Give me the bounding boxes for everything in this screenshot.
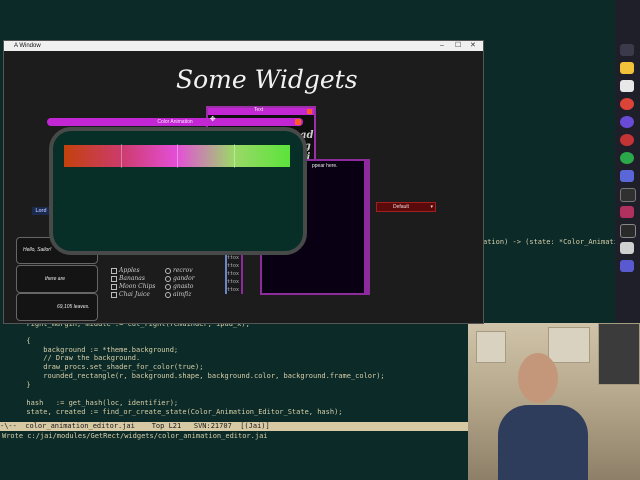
list-item[interactable]: ttox — [227, 254, 241, 262]
output-text: ppear here. — [312, 163, 338, 169]
files-icon[interactable] — [620, 62, 634, 74]
terminal-icon[interactable] — [620, 242, 634, 254]
list-item[interactable]: ttox — [227, 278, 241, 286]
window-titlebar[interactable]: A Window – ☐ ✕ — [4, 41, 483, 51]
app-icon[interactable] — [620, 224, 636, 238]
search-icon[interactable] — [620, 44, 634, 56]
app-icon[interactable] — [620, 152, 634, 164]
minibuffer: Wrote c:/jai/modules/GetRect/widgets/col… — [2, 432, 268, 440]
minimize-button[interactable]: – — [440, 41, 444, 51]
app-icon[interactable] — [620, 80, 634, 92]
window-title: A Window — [14, 43, 41, 49]
radio-aimfiz[interactable]: aimfiz — [165, 291, 191, 298]
dropdown[interactable]: Default ▾ — [376, 202, 436, 212]
close-icon[interactable] — [307, 109, 312, 114]
gradient-stop-handle[interactable] — [120, 144, 122, 168]
code-line: rounded_rectangle(r, background.shape, b… — [18, 372, 385, 380]
checkbox-label: Moon Chips — [119, 283, 156, 290]
message-text: there are — [45, 276, 66, 282]
checkbox-bananas[interactable]: Bananas — [111, 275, 145, 282]
close-button[interactable]: ✕ — [470, 41, 476, 51]
checkbox-label: Chai Juice — [119, 291, 150, 298]
maximize-button[interactable]: ☐ — [455, 41, 461, 51]
checkbox-moon-chips[interactable]: Moon Chips — [111, 283, 155, 290]
code-line: hash := get_hash(loc, identifier); — [18, 399, 179, 407]
checkbox-label: Apples — [119, 267, 140, 274]
close-icon[interactable] — [295, 119, 301, 125]
dropdown-value: Default — [393, 204, 409, 210]
scroll-list[interactable]: ttox ttox ttox ttox ttox — [225, 254, 243, 294]
radio-gnasto[interactable]: gnasto — [165, 283, 193, 290]
lord-label: Lord — [32, 207, 50, 215]
mode-line: -\-- color_animation_editor.jai Top L21 … — [0, 422, 468, 431]
app-icon[interactable] — [620, 260, 634, 272]
color-gradient[interactable] — [64, 144, 290, 168]
app-icon[interactable] — [620, 170, 634, 182]
code-line: background := *theme.background; — [18, 346, 179, 354]
webcam-overlay — [468, 323, 640, 480]
chrome-icon[interactable] — [620, 98, 634, 110]
app-icon[interactable] — [620, 116, 634, 128]
radio-gandor[interactable]: gandor — [165, 275, 195, 282]
color-animation-title: Color Animation — [157, 119, 193, 125]
app-icon[interactable] — [620, 188, 636, 202]
gradient-stop-handle[interactable] — [177, 144, 178, 168]
app-icon[interactable] — [620, 134, 634, 146]
list-item[interactable]: ttox — [227, 262, 241, 270]
list-item[interactable]: ttox — [227, 270, 241, 278]
move-cursor-icon: ✥ — [210, 114, 216, 124]
radio-label: gandor — [173, 275, 195, 282]
radio-label: recrov — [173, 267, 193, 274]
code-line: state, created := find_or_create_state(C… — [18, 408, 343, 416]
app-icon[interactable] — [620, 206, 634, 218]
text-panel-title: Text — [254, 107, 264, 113]
color-animation-editor[interactable] — [49, 127, 307, 255]
page-title: Some Widgets — [176, 65, 358, 94]
gradient-stop-handle[interactable] — [233, 144, 235, 168]
code-comment: // Draw the background. — [18, 354, 141, 362]
message-text: Hello, Sailor! — [23, 247, 52, 253]
radio-recrov[interactable]: recrov — [165, 267, 193, 274]
code-line-fragment: ation) -> (state: *Color_Animati — [483, 238, 618, 246]
list-item[interactable]: ttox — [227, 286, 241, 294]
radio-label: aimfiz — [173, 291, 192, 298]
color-animation-titlebar[interactable]: Color Animation — [47, 118, 303, 126]
radio-label: gnasto — [173, 283, 194, 290]
code-line: { — [18, 337, 31, 345]
message-bubble: there are — [16, 265, 98, 293]
code-line: draw_procs.set_shader_for_color(true); — [18, 363, 204, 371]
message-text: 69,105 leaves. — [57, 304, 90, 310]
checkbox-apples[interactable]: Apples — [111, 267, 140, 274]
code-line: } — [18, 381, 31, 389]
message-bubble: 69,105 leaves. — [16, 293, 98, 321]
app-window[interactable]: A Window – ☐ ✕ Some Widgets Text ad ig a… — [3, 40, 484, 324]
chevron-down-icon: ▾ — [430, 204, 433, 210]
checkbox-chai-juice[interactable]: Chai Juice — [111, 291, 150, 298]
checkbox-label: Bananas — [119, 275, 145, 282]
